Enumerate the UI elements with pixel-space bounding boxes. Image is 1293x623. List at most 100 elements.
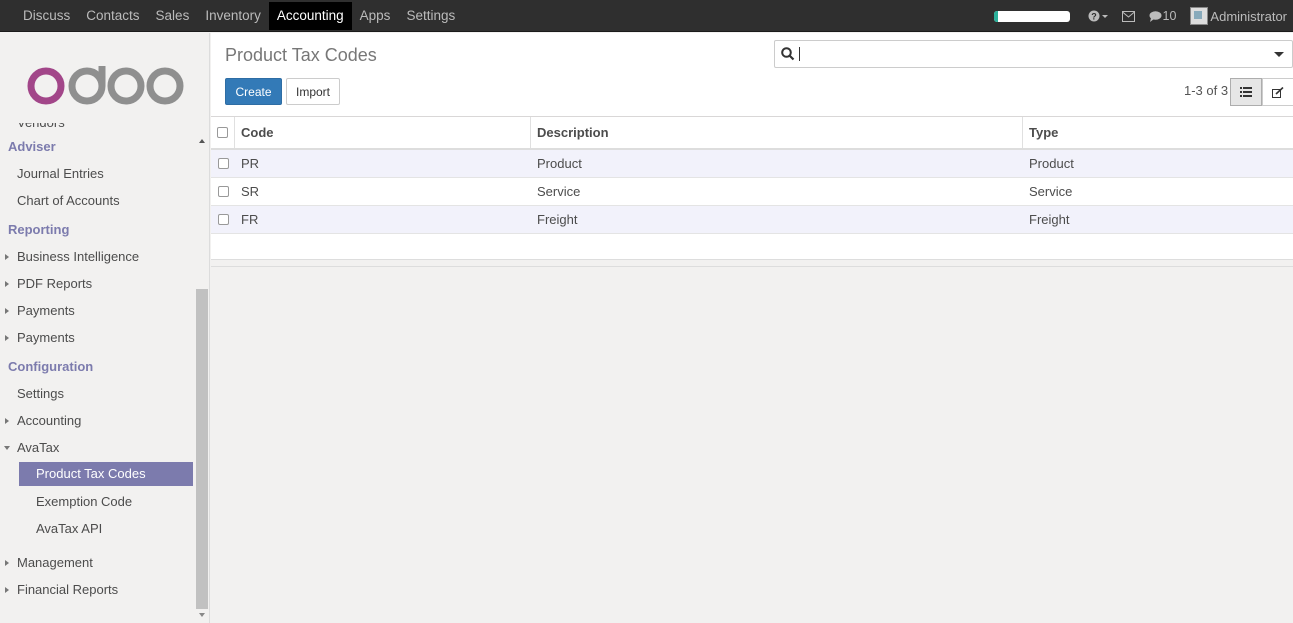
list-icon (1240, 87, 1252, 97)
user-menu[interactable]: Administrator (1190, 7, 1287, 25)
svg-text:?: ? (1091, 12, 1097, 22)
list-table: Code Description Type PR Product Product… (211, 117, 1293, 267)
chat-counter[interactable]: 10 (1149, 9, 1177, 23)
sidebar-item-label: Business Intelligence (17, 249, 140, 264)
avatar (1190, 7, 1209, 25)
sidebar-item-payments[interactable]: Payments (0, 297, 195, 324)
menu-settings[interactable]: Settings (398, 0, 463, 32)
systray: ? 10 Administrator (993, 0, 1293, 32)
search-box[interactable] (774, 40, 1293, 68)
cell-type: Product (1029, 156, 1074, 171)
search-options-caret-icon[interactable] (1274, 52, 1284, 57)
menu-accounting[interactable]: Accounting (268, 2, 352, 30)
sidebar-item-avatax-api[interactable]: AvaTax API (0, 515, 195, 542)
main-content: Product Tax Codes Create Import 1-3 of 3… (211, 33, 1293, 623)
sidebar-item-avatax[interactable]: AvaTax (0, 434, 195, 461)
sidebar-item-payments-2[interactable]: Payments (0, 324, 195, 351)
envelope-icon[interactable] (1121, 10, 1135, 22)
sidebar-scrollbar[interactable] (195, 131, 209, 623)
table-row[interactable]: PR Product Product (211, 150, 1293, 178)
sidebar-item-pdf-reports[interactable]: PDF Reports (0, 270, 195, 297)
caret-right-icon (5, 281, 9, 287)
cell-type: Service (1029, 184, 1073, 199)
import-button[interactable]: Import (286, 78, 340, 105)
cell-code: SR (241, 184, 260, 199)
sidebar-item-label: Management (17, 555, 93, 570)
caret-right-icon (5, 335, 9, 341)
top-navbar: Discuss Contacts Sales Inventory Account… (0, 0, 1293, 32)
sidebar-item-label: Payments (17, 303, 75, 318)
search-icon (781, 47, 795, 61)
section-configuration: Configuration (8, 359, 94, 374)
sidebar-item-label: AvaTax (17, 440, 60, 455)
user-name: Administrator (1210, 8, 1287, 24)
cell-description: Product (537, 156, 582, 171)
chat-count: 10 (1162, 9, 1177, 23)
edit-icon (1272, 86, 1284, 98)
caret-right-icon (5, 308, 9, 314)
text-cursor (799, 47, 800, 61)
sidebar-item-financial-reports[interactable]: Financial Reports (0, 576, 195, 603)
table-footer-divider (211, 260, 1293, 267)
progress-bar (993, 10, 1070, 22)
create-button[interactable]: Create (225, 78, 282, 105)
caret-down-icon (4, 446, 10, 450)
control-panel: Product Tax Codes Create Import 1-3 of 3 (211, 33, 1293, 117)
app-menu: Discuss Contacts Sales Inventory Account… (15, 0, 463, 32)
question-circle-icon[interactable]: ? (1088, 10, 1108, 22)
table-row[interactable]: SR Service Service (211, 178, 1293, 206)
select-all-checkbox[interactable] (217, 127, 228, 138)
row-checkbox[interactable] (217, 214, 229, 225)
caret-right-icon (5, 560, 9, 566)
cell-description: Freight (537, 212, 578, 227)
sidebar-menu: Vendors Adviser Journal Entries Chart of… (0, 123, 195, 603)
table-footer (211, 234, 1293, 260)
sidebar-item-product-tax-codes[interactable]: Product Tax Codes (19, 462, 193, 486)
sidebar-item-label: Financial Reports (17, 582, 119, 597)
scroll-down-arrow-icon[interactable] (199, 613, 205, 617)
scrollbar-thumb[interactable] (196, 289, 208, 609)
progress-fill (993, 10, 999, 22)
scroll-up-arrow-icon[interactable] (199, 139, 205, 143)
pager[interactable]: 1-3 of 3 (1184, 83, 1228, 98)
sidebar-item-label: Journal Entries (17, 166, 104, 181)
page-title: Product Tax Codes (225, 45, 377, 65)
caret-right-icon (5, 418, 9, 424)
menu-sales[interactable]: Sales (148, 0, 198, 32)
menu-inventory[interactable]: Inventory (197, 0, 269, 32)
column-header-code[interactable]: Code (235, 117, 531, 148)
cell-code: FR (241, 212, 259, 227)
sidebar: Vendors Adviser Journal Entries Chart of… (0, 33, 210, 623)
row-checkbox[interactable] (217, 158, 229, 169)
menu-discuss[interactable]: Discuss (15, 0, 78, 32)
sidebar-item-business-intelligence[interactable]: Business Intelligence (0, 243, 195, 270)
list-view-button[interactable] (1230, 78, 1262, 106)
section-adviser: Adviser (8, 139, 56, 154)
form-view-button[interactable] (1262, 78, 1293, 106)
cell-code: PR (241, 156, 260, 171)
sidebar-item-exemption-code[interactable]: Exemption Code (0, 488, 195, 515)
menu-apps[interactable]: Apps (352, 0, 399, 32)
sidebar-item-chart-of-accounts[interactable]: Chart of Accounts (0, 187, 195, 214)
cell-type: Freight (1029, 212, 1070, 227)
column-header-description[interactable]: Description (531, 117, 1023, 148)
sidebar-item-label: Settings (17, 386, 64, 401)
sidebar-item-label: Payments (17, 330, 75, 345)
table-row[interactable]: FR Freight Freight (211, 206, 1293, 234)
sidebar-item-journal-entries[interactable]: Journal Entries (0, 160, 195, 187)
comment-icon (1149, 10, 1162, 22)
sidebar-item-vendors[interactable]: Vendors (0, 123, 195, 133)
caret-right-icon (5, 254, 9, 260)
sidebar-item-management[interactable]: Management (0, 549, 195, 576)
column-header-type[interactable]: Type (1023, 117, 1293, 148)
odoo-logo (27, 66, 184, 105)
sidebar-item-settings[interactable]: Settings (0, 380, 195, 407)
cell-description: Service (537, 184, 581, 199)
sidebar-item-label: PDF Reports (17, 276, 93, 291)
menu-contacts[interactable]: Contacts (78, 0, 147, 32)
search-input[interactable] (799, 44, 1259, 64)
sidebar-item-accounting[interactable]: Accounting (0, 407, 195, 434)
row-checkbox[interactable] (217, 186, 229, 197)
section-reporting: Reporting (8, 222, 70, 237)
table-header: Code Description Type (211, 117, 1293, 150)
